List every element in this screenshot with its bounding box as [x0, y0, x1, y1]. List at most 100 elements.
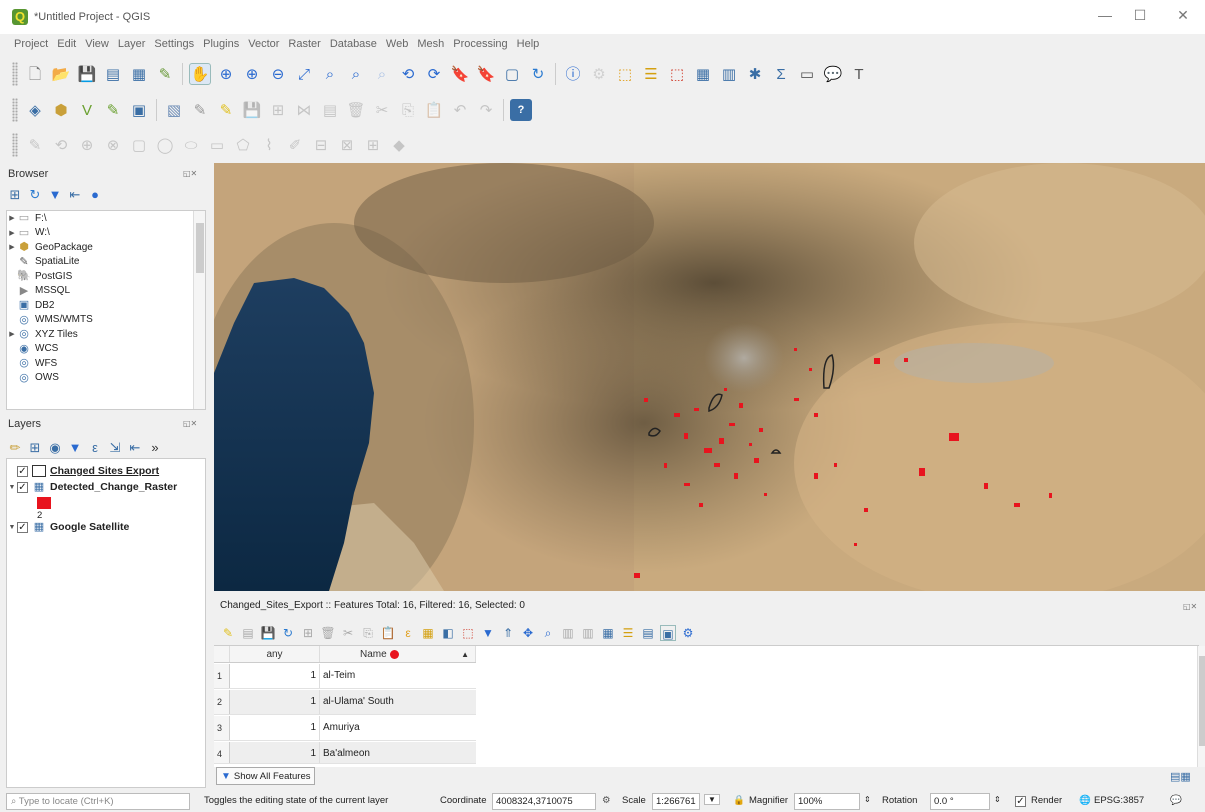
cut-icon[interactable]: ✂ [340, 625, 356, 641]
processing-toolbox-icon[interactable]: ✱ [744, 63, 766, 85]
run-action-icon[interactable]: ⚙ [588, 63, 610, 85]
messages-icon[interactable]: 💬 [1170, 795, 1182, 806]
new-map-view-icon[interactable]: ▢ [501, 63, 523, 85]
browser-item[interactable]: 🐘 PostGIS [7, 269, 205, 284]
show-all-features-button[interactable]: ▼ Show All Features [216, 767, 316, 785]
measure-line-icon[interactable]: ▭ [796, 63, 818, 85]
delete-field-icon[interactable]: ▥ [580, 625, 596, 641]
toolbar-grip[interactable] [12, 98, 18, 122]
expand-arrow-icon[interactable]: ▶ [7, 214, 17, 222]
browser-item[interactable]: ◎ WMS/WMTS [7, 313, 205, 328]
save-edits-icon[interactable]: 💾 [241, 99, 263, 121]
attribute-table-float-close-icon[interactable]: ◱✕ [1183, 602, 1203, 612]
magnifier-field[interactable]: 100% [794, 793, 860, 810]
column-header-any[interactable]: any [230, 646, 320, 662]
browser-item[interactable]: ▶ MSSQL [7, 284, 205, 299]
more-icon[interactable]: » [148, 441, 162, 455]
open-project-icon[interactable]: 📂 [50, 63, 72, 85]
menu-web[interactable]: Web [386, 38, 408, 50]
cut-features-icon[interactable]: ✂ [371, 99, 393, 121]
layers-tree[interactable]: ✓ Changed Sites Export ▼ ✓ ▦ Detected_Ch… [6, 458, 206, 788]
expand-all-icon[interactable]: ⇲ [108, 441, 122, 455]
split-features-icon[interactable]: ⊟ [310, 134, 332, 156]
collapse-all-icon[interactable]: ⇤ [68, 188, 82, 202]
browser-scrollbar[interactable] [193, 211, 205, 409]
layer-changed-sites-export[interactable]: ✓ Changed Sites Export [7, 463, 159, 479]
split-parts-icon[interactable]: ⊠ [336, 134, 358, 156]
new-bookmark-icon[interactable]: 🔖 [449, 63, 471, 85]
zoom-out-icon[interactable]: ⊖ [267, 63, 289, 85]
reload-table-icon[interactable]: ↻ [280, 625, 296, 641]
merge-icon[interactable]: ⊞ [362, 134, 384, 156]
menu-vector[interactable]: Vector [248, 38, 279, 50]
zoom-layer-icon[interactable]: ⌕ [345, 63, 367, 85]
shape-ellipse-icon[interactable]: ⬭ [180, 134, 202, 156]
zoom-selection-icon[interactable]: ⌕ [319, 63, 341, 85]
browser-item[interactable]: ▶ ▭ W:\ [7, 226, 205, 241]
browser-refresh-icon[interactable]: ↻ [28, 188, 42, 202]
show-bookmarks-icon[interactable]: 🔖 [475, 63, 497, 85]
redo-icon[interactable]: ↷ [475, 99, 497, 121]
browser-item[interactable]: ◉ WCS [7, 342, 205, 357]
multi-edit-icon[interactable]: ▤ [240, 625, 256, 641]
paste-icon[interactable]: 📋 [380, 625, 396, 641]
modify-attributes-icon[interactable]: ▤ [319, 99, 341, 121]
select-all-icon[interactable]: ▦ [420, 625, 436, 641]
open-field-calculator-icon[interactable]: ☰ [640, 63, 662, 85]
zoom-to-selected-icon[interactable]: ⌕ [540, 625, 556, 641]
data-source-manager-icon[interactable]: ◈ [24, 99, 46, 121]
menu-settings[interactable]: Settings [154, 38, 194, 50]
menu-mesh[interactable]: Mesh [417, 38, 444, 50]
map-canvas[interactable] [214, 163, 1205, 591]
zoom-native-icon[interactable]: ⌕ [371, 63, 393, 85]
toolbar-grip[interactable] [12, 133, 18, 157]
maximize-button[interactable]: ☐ [1133, 8, 1147, 22]
label-pin-icon[interactable]: ⊗ [102, 134, 124, 156]
form-view-icon[interactable]: ▤▦ [1170, 770, 1191, 783]
shape-poly-icon[interactable]: ⬠ [232, 134, 254, 156]
deselect-all-icon[interactable]: ⬚ [460, 625, 476, 641]
menu-view[interactable]: View [85, 38, 109, 50]
magnifier-spin-icon[interactable]: ⇕ [864, 795, 871, 804]
browser-item[interactable]: ▶ ◎ XYZ Tiles [7, 327, 205, 342]
table-row[interactable]: 1 1 al-Teim [214, 664, 476, 689]
new-print-layout-icon[interactable]: ▤ [102, 63, 124, 85]
add-postgis-layer-icon[interactable]: ▣ [128, 99, 150, 121]
layers-panel-float-close-icon[interactable]: ◱✕ [183, 419, 203, 429]
add-feature-icon[interactable]: ⊞ [267, 99, 289, 121]
zoom-next-icon[interactable]: ⟳ [423, 63, 445, 85]
add-selected-layers-icon[interactable]: ⊞ [8, 188, 22, 202]
locator-search-input[interactable]: ⌕ Type to locate (Ctrl+K) [6, 793, 190, 810]
undo-icon[interactable]: ↶ [449, 99, 471, 121]
current-edits-icon[interactable]: ✎ [189, 99, 211, 121]
identify-features-icon[interactable]: ⓘ [562, 63, 584, 85]
browser-item[interactable]: ◎ OWS [7, 371, 205, 386]
reshape-icon[interactable]: ✐ [284, 134, 306, 156]
add-feature-icon[interactable]: ⊞ [300, 625, 316, 641]
open-attribute-table-icon[interactable]: ▦ [692, 63, 714, 85]
save-project-icon[interactable]: 💾 [76, 63, 98, 85]
filter-select-icon[interactable]: ▼ [480, 625, 496, 641]
shape-rect-icon[interactable]: ▭ [206, 134, 228, 156]
new-geopackage-icon[interactable]: ⬢ [50, 99, 72, 121]
delete-selected-icon[interactable]: 🗑 [345, 99, 367, 121]
delete-feature-icon[interactable]: 🗑 [320, 625, 336, 641]
paste-features-icon[interactable]: 📋 [423, 99, 445, 121]
shape-circle-icon[interactable]: ◯ [154, 134, 176, 156]
add-group-icon[interactable]: ⊞ [28, 441, 42, 455]
coordinate-field[interactable]: 4008324,3710075 [492, 793, 596, 810]
expand-arrow-icon[interactable]: ▼ [7, 524, 17, 531]
save-edits-icon[interactable]: 💾 [260, 625, 276, 641]
field-calculator-icon[interactable]: ☰ [620, 625, 636, 641]
label-show-icon[interactable]: ▢ [128, 134, 150, 156]
menu-help[interactable]: Help [517, 38, 540, 50]
minimize-button[interactable]: — [1098, 8, 1112, 22]
menu-edit[interactable]: Edit [57, 38, 76, 50]
close-button[interactable]: ✕ [1176, 8, 1190, 22]
collapse-all-layers-icon[interactable]: ⇤ [128, 441, 142, 455]
filter-expression-icon[interactable]: ε [88, 441, 102, 455]
dock-table-icon[interactable]: ▣ [660, 625, 676, 641]
copy-features-icon[interactable]: ⎘ [397, 99, 419, 121]
table-row[interactable]: 3 1 Amuriya [214, 716, 476, 741]
menu-layer[interactable]: Layer [118, 38, 146, 50]
